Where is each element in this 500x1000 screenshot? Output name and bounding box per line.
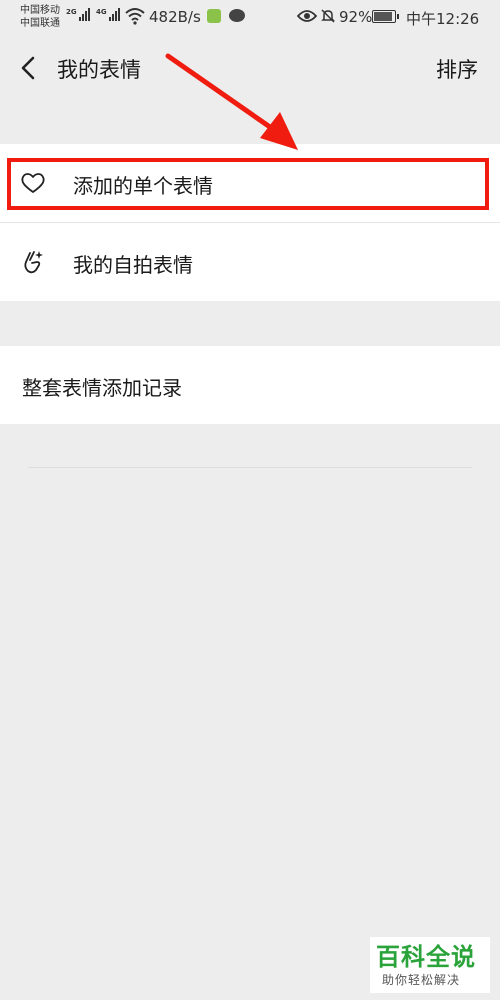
network-speed: 482B/s — [149, 8, 201, 26]
status-bar: 中国移动 中国联通 2G 4G 482B/s 92% 中午12:26 — [0, 0, 500, 36]
list-item-label: 我的自拍表情 — [73, 253, 193, 277]
watermark-subtitle: 助你轻松解决 — [382, 973, 461, 987]
signal-2-icon: 4G — [96, 8, 120, 21]
battery-icon — [372, 10, 399, 23]
list-item-selfie-stickers[interactable]: 我的自拍表情 — [0, 222, 500, 301]
bell-off-icon — [321, 9, 335, 23]
battery-percent: 92% — [339, 8, 373, 26]
watermark-title: 百科全说 — [376, 943, 476, 971]
annotation-arrow-icon — [165, 53, 298, 150]
back-arrow-icon[interactable] — [14, 52, 44, 84]
clock: 中午12:26 — [406, 10, 480, 28]
list-item-sticker-set-history[interactable]: 整套表情添加记录 — [0, 346, 500, 424]
highlight-box — [7, 158, 489, 210]
page-title: 我的表情 — [57, 58, 141, 82]
wifi-icon — [125, 8, 145, 25]
history-list: 整套表情添加记录 — [0, 346, 500, 424]
note-app-icon — [207, 9, 221, 23]
finger-heart-icon — [24, 251, 43, 274]
chat-bubble-icon — [229, 9, 245, 22]
carrier-2: 中国联通 — [20, 18, 60, 29]
carrier-1: 中国移动 — [20, 5, 60, 16]
watermark-logo: 百科全说 助你轻松解决 — [370, 937, 490, 993]
carrier-labels: 中国移动 中国联通 — [20, 4, 60, 30]
signal-1-icon: 2G — [66, 8, 90, 21]
sort-button[interactable]: 排序 — [436, 54, 478, 84]
divider — [28, 467, 472, 468]
eye-icon — [297, 10, 317, 22]
list-item-label: 整套表情添加记录 — [22, 376, 182, 400]
